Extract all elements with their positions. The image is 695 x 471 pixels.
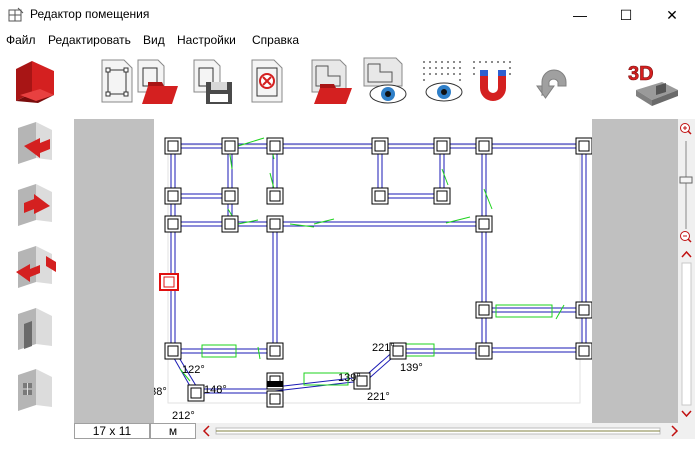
status-bar: 17 x 11 м	[74, 423, 695, 439]
angle-label: 139°	[400, 362, 423, 374]
template-folder-icon[interactable]	[306, 56, 356, 106]
delete-document-icon[interactable]	[244, 56, 294, 106]
angle-label: 148°	[204, 384, 227, 396]
maximize-button[interactable]: ☐	[603, 0, 649, 30]
menu-view[interactable]: Вид	[143, 33, 165, 47]
angle-label: 238°	[154, 386, 167, 398]
red-room-icon[interactable]	[10, 55, 60, 105]
save-floppy-icon[interactable]	[188, 56, 238, 106]
scroll-left-icon[interactable]	[202, 425, 210, 437]
title-bar: Редактор помещения — ☐ ✕	[0, 0, 695, 30]
eye-grid-icon[interactable]	[418, 56, 468, 106]
angle-label: 221°	[372, 342, 395, 354]
undo-arrow-icon[interactable]	[528, 56, 578, 106]
close-button[interactable]: ✕	[649, 0, 695, 30]
plan-size-status: 17 x 11	[74, 423, 150, 439]
wall-arrow-out-icon[interactable]	[10, 242, 60, 292]
wall-arrow-left-icon[interactable]	[10, 180, 60, 230]
angle-label: 139°	[338, 372, 361, 384]
scroll-right-icon[interactable]	[671, 425, 679, 437]
3d-label: 3D	[628, 63, 654, 85]
canvas-area[interactable]: 122° 238° 148° 212° 139° 139° 221° 221°	[74, 119, 678, 423]
window-title: Редактор помещения	[30, 7, 150, 21]
angle-label: 212°	[172, 410, 195, 422]
angle-label: 122°	[182, 364, 205, 376]
window-icon[interactable]	[10, 365, 60, 415]
plan-canvas[interactable]: 122° 238° 148° 212° 139° 139° 221° 221°	[144, 119, 593, 423]
top-toolbar: 3D	[72, 52, 695, 118]
zoom-slider-thumb[interactable]	[679, 176, 693, 184]
selected-node[interactable]	[159, 273, 179, 291]
zoom-out-icon[interactable]	[680, 231, 692, 243]
horizontal-scrollbar[interactable]	[196, 423, 695, 439]
open-folder-icon[interactable]	[132, 56, 182, 106]
floor-plan[interactable]: 122° 238° 148° 212° 139° 139° 221° 221°	[144, 119, 593, 423]
menu-edit[interactable]: Редактировать	[48, 33, 131, 47]
scroll-down-icon[interactable]	[678, 407, 695, 421]
door-icon[interactable]	[10, 304, 60, 354]
unit-status: м	[150, 423, 196, 439]
vertical-scroll-thumb[interactable]	[681, 262, 692, 406]
vertical-zoom-bar[interactable]	[678, 119, 695, 423]
minimize-icon: —	[573, 7, 587, 23]
eye-plan-icon[interactable]	[360, 56, 410, 106]
menu-bar: Файл Редактировать Вид Настройки Справка	[0, 30, 695, 50]
selected-node-bar	[267, 381, 283, 387]
3d-view-icon[interactable]: 3D	[622, 56, 682, 106]
wall-arrow-right-icon[interactable]	[10, 118, 60, 168]
menu-file[interactable]: Файл	[6, 33, 36, 47]
left-toolbar	[0, 52, 72, 422]
maximize-icon: ☐	[619, 6, 633, 23]
magnet-icon[interactable]	[468, 56, 518, 106]
menu-help[interactable]: Справка	[252, 33, 299, 47]
menu-settings[interactable]: Настройки	[177, 33, 236, 47]
walls	[170, 143, 587, 394]
zoom-in-icon[interactable]	[680, 123, 692, 135]
app-icon	[8, 7, 24, 22]
minimize-button[interactable]: —	[557, 0, 603, 30]
close-icon: ✕	[666, 6, 678, 23]
scroll-up-icon[interactable]	[678, 247, 695, 261]
angle-label: 221°	[367, 391, 390, 403]
